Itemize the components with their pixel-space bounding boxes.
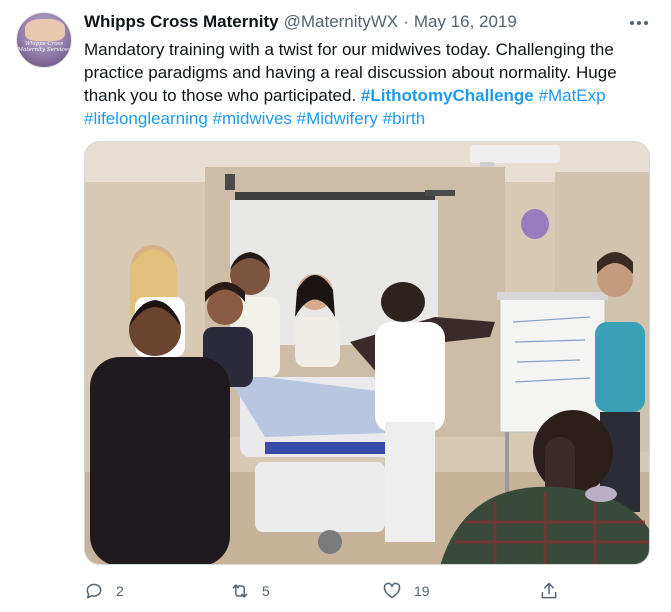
- tweet-header: Whipps Cross Maternity @MaternityWX · Ma…: [84, 12, 651, 34]
- heart-icon: [383, 582, 401, 599]
- hashtag-link[interactable]: #LithotomyChallenge: [361, 86, 534, 105]
- reply-icon: [86, 583, 102, 599]
- separator-dot: ·: [403, 12, 409, 31]
- share-icon: [541, 582, 557, 599]
- avatar-logo-text: Whipps Cross Maternity Services: [17, 41, 71, 53]
- retweet-button[interactable]: 5: [230, 578, 270, 604]
- more-dots-icon[interactable]: [627, 12, 651, 34]
- tweet-card[interactable]: Whipps Cross Maternity Services Whipps C…: [0, 0, 671, 612]
- hashtag-link[interactable]: #MatExp: [539, 86, 606, 105]
- like-count: 19: [414, 583, 430, 599]
- hashtag-link[interactable]: #Midwifery: [297, 109, 378, 128]
- share-button[interactable]: [539, 578, 559, 604]
- tweet-text: Mandatory training with a twist for our …: [84, 38, 659, 130]
- tweet-actions: 2 5 19: [84, 578, 564, 604]
- hashtag-link[interactable]: #lifelonglearning: [84, 109, 208, 128]
- hashtag-link[interactable]: #midwives: [213, 109, 292, 128]
- avatar[interactable]: Whipps Cross Maternity Services: [16, 12, 72, 68]
- retweet-icon: [232, 584, 248, 598]
- tweet-date[interactable]: May 16, 2019: [414, 12, 517, 32]
- tweet-photo[interactable]: [84, 141, 650, 565]
- hashtag-link[interactable]: #birth: [383, 109, 426, 128]
- reply-button[interactable]: 2: [84, 578, 124, 604]
- avatar-baby-image: [25, 19, 65, 41]
- like-button[interactable]: 19: [382, 578, 430, 604]
- user-handle[interactable]: @MaternityWX: [284, 12, 399, 32]
- reply-count: 2: [116, 583, 124, 599]
- retweet-count: 5: [262, 583, 270, 599]
- tweet-body: Mandatory training with a twist for our …: [84, 40, 617, 105]
- display-name[interactable]: Whipps Cross Maternity: [84, 12, 279, 32]
